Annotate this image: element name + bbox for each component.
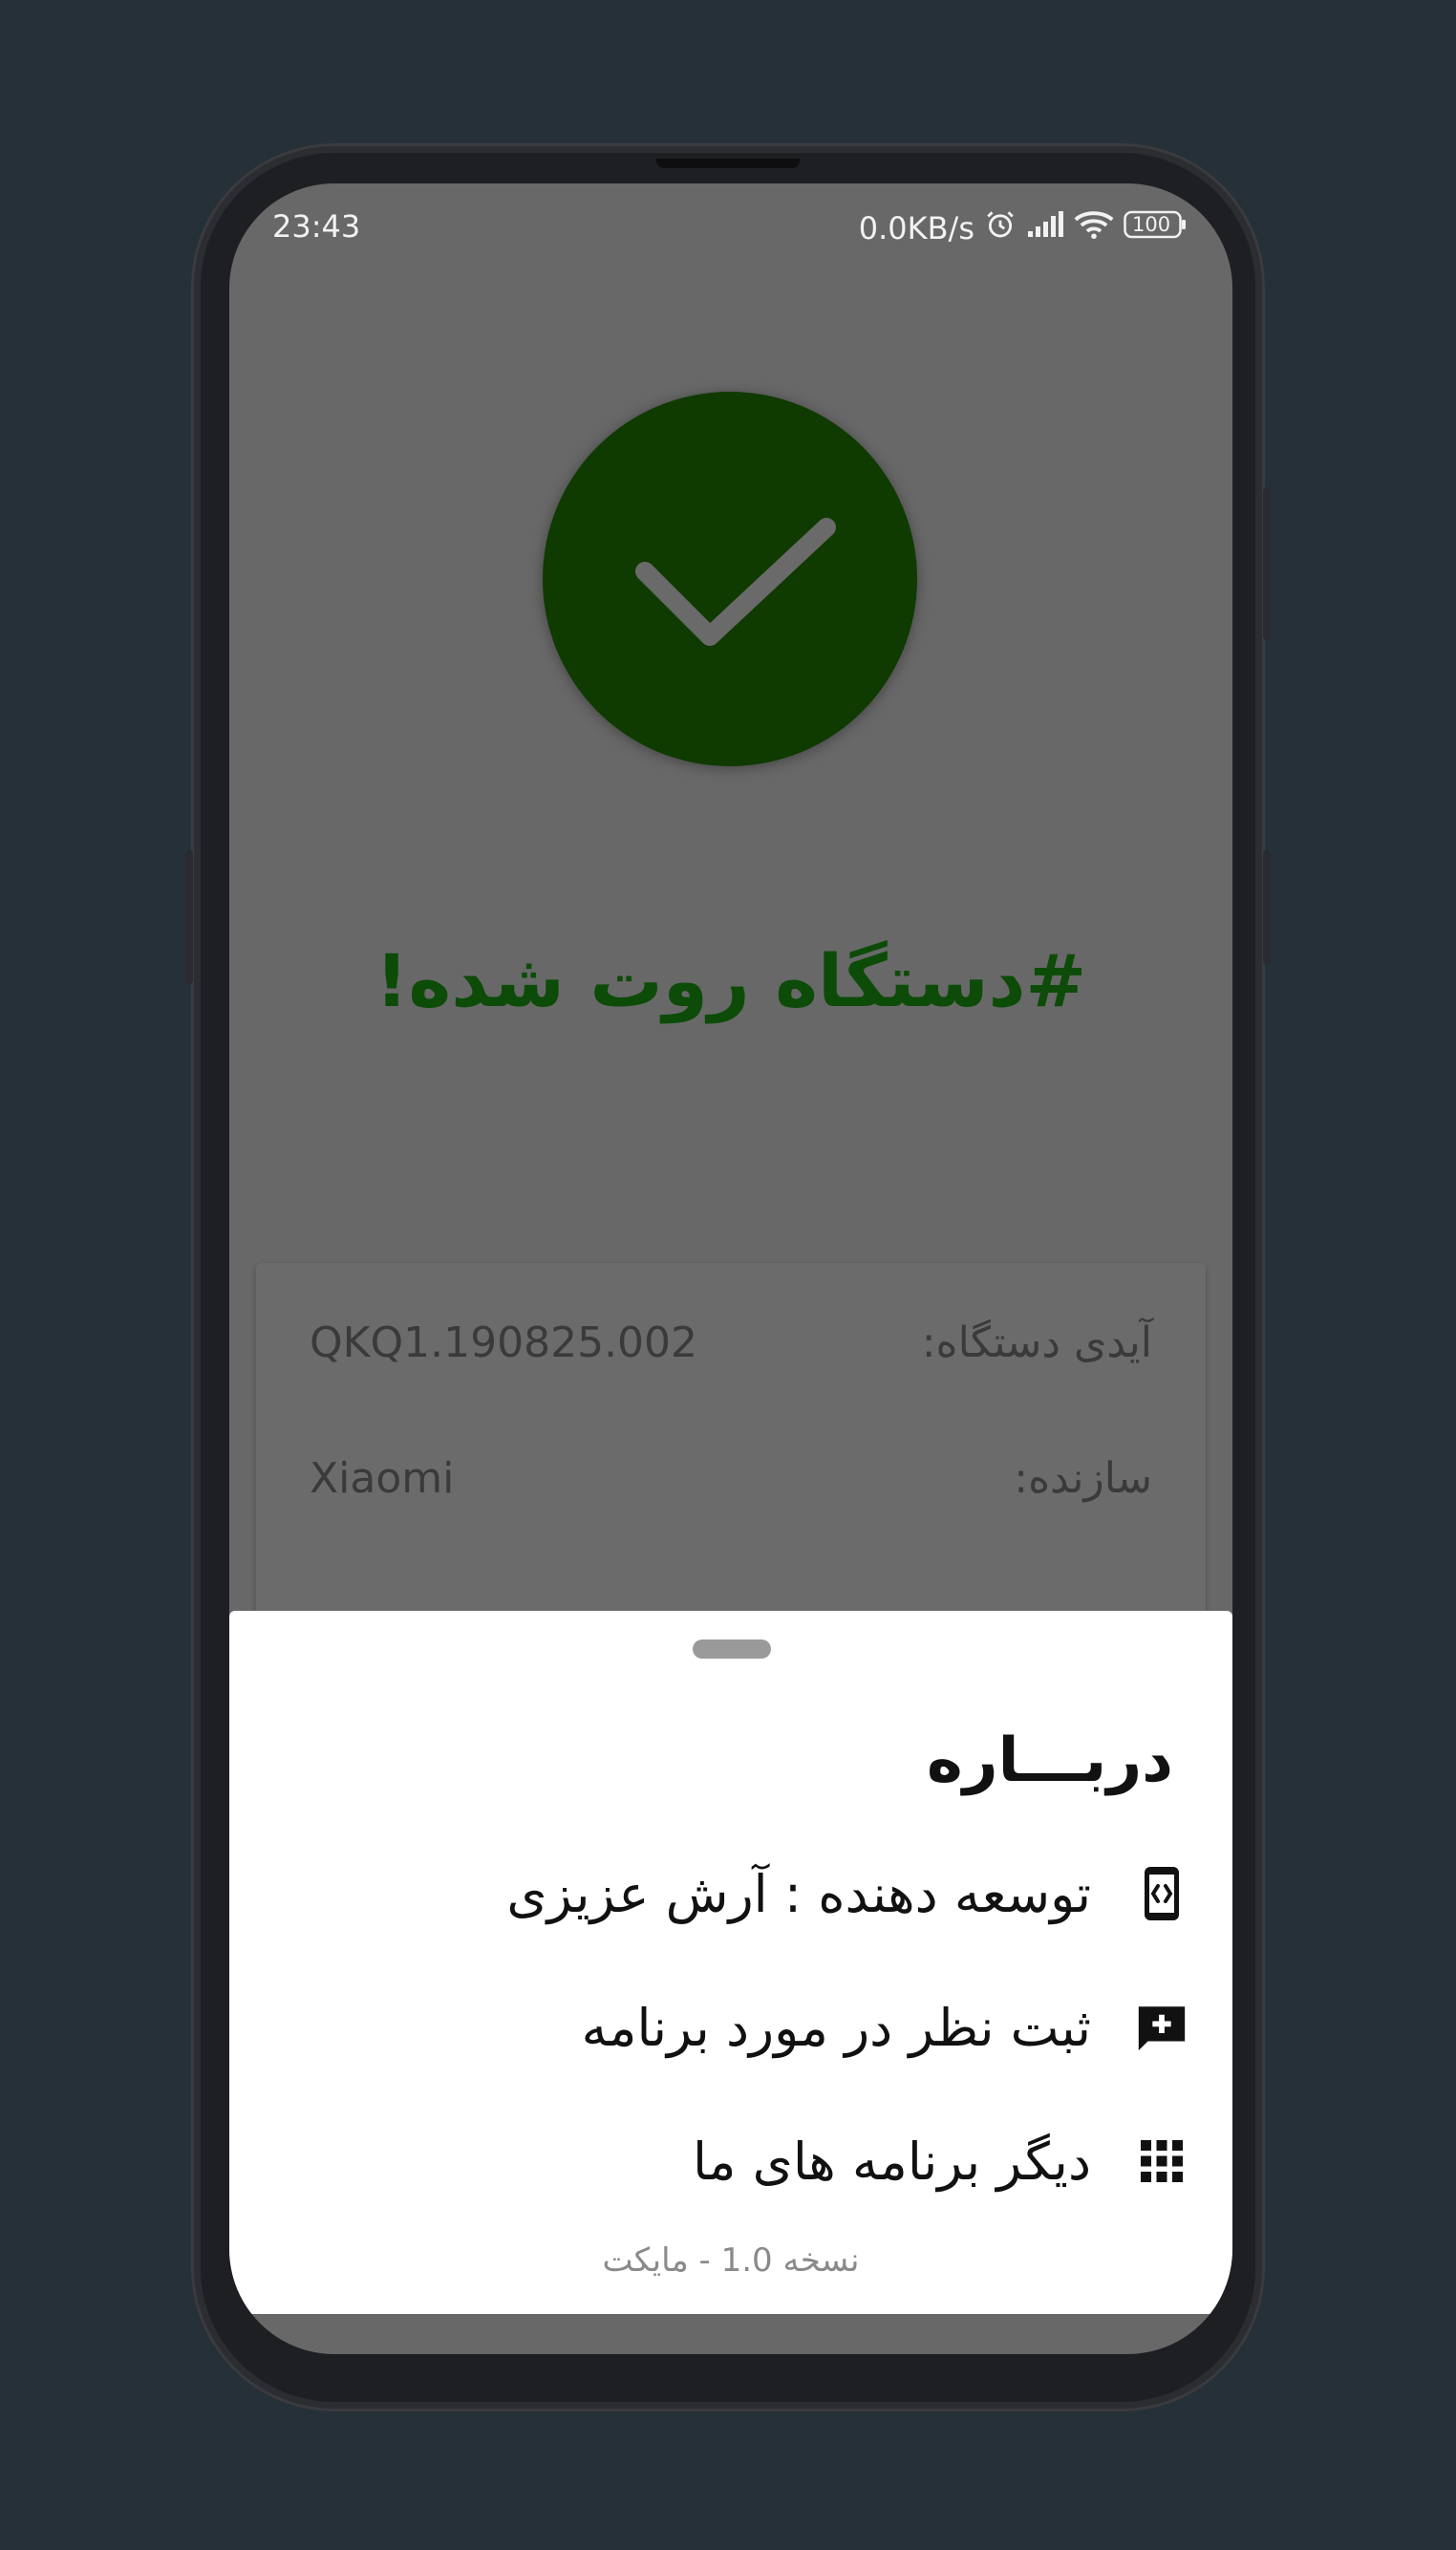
volume-button	[1263, 487, 1271, 640]
home-indicator[interactable]	[545, 2285, 917, 2294]
screen: 23:43 0.0KB/s 100 #دستگاه روت شده! QKQ1.…	[229, 183, 1232, 2354]
status-bar: 23:43 0.0KB/s 100	[229, 183, 1232, 260]
developer-mode-icon	[1133, 1865, 1190, 1922]
phone-frame: 23:43 0.0KB/s 100 #دستگاه روت شده! QKQ1.…	[185, 143, 1271, 2411]
device-id-value: QKQ1.190825.002	[310, 1318, 698, 1367]
status-icons: 0.0KB/s 100	[859, 208, 1187, 248]
root-status-title: #دستگاه روت شده!	[375, 938, 1087, 1023]
wifi-icon	[1074, 209, 1114, 247]
status-time: 23:43	[272, 208, 361, 245]
manufacturer-value: Xiaomi	[310, 1454, 455, 1503]
network-speed: 0.0KB/s	[858, 210, 974, 246]
add-comment-icon	[1133, 1999, 1190, 2056]
side-button-left	[185, 850, 193, 984]
root-status-circle	[543, 392, 917, 766]
feedback-label: ثبت نظر در مورد برنامه	[581, 1997, 1091, 2058]
version-text: نسخه 1.0 - مایکت	[602, 2241, 860, 2280]
battery-level: 100	[1132, 213, 1171, 236]
apps-grid-icon	[1133, 2132, 1190, 2190]
checkmark-icon	[635, 518, 836, 646]
manufacturer-row: Xiaomi سازنده:	[310, 1454, 1152, 1511]
other-apps-label: دیگر برنامه های ما	[693, 2131, 1091, 2192]
developer-item[interactable]: توسعه دهنده : آرش عزیزی	[506, 1855, 1190, 1932]
manufacturer-label: سازنده:	[1014, 1454, 1152, 1503]
other-apps-item[interactable]: دیگر برنامه های ما	[693, 2123, 1190, 2199]
developer-label: توسعه دهنده : آرش عزیزی	[506, 1863, 1091, 1924]
power-button	[1263, 850, 1271, 965]
battery-icon: 100	[1124, 210, 1187, 246]
sheet-drag-handle[interactable]	[693, 1639, 771, 1659]
about-title: دربـــاره	[927, 1725, 1173, 1796]
earpiece	[656, 159, 800, 168]
alarm-icon	[984, 208, 1017, 248]
device-id-row: QKQ1.190825.002 آیدی دستگاه:	[310, 1318, 1152, 1376]
device-id-label: آیدی دستگاه:	[921, 1318, 1152, 1367]
signal-icon	[1026, 210, 1064, 246]
about-bottom-sheet: دربـــاره توسعه دهنده : آرش عزیزی ثبت نظ…	[229, 1611, 1232, 2314]
feedback-item[interactable]: ثبت نظر در مورد برنامه	[582, 1989, 1190, 2066]
